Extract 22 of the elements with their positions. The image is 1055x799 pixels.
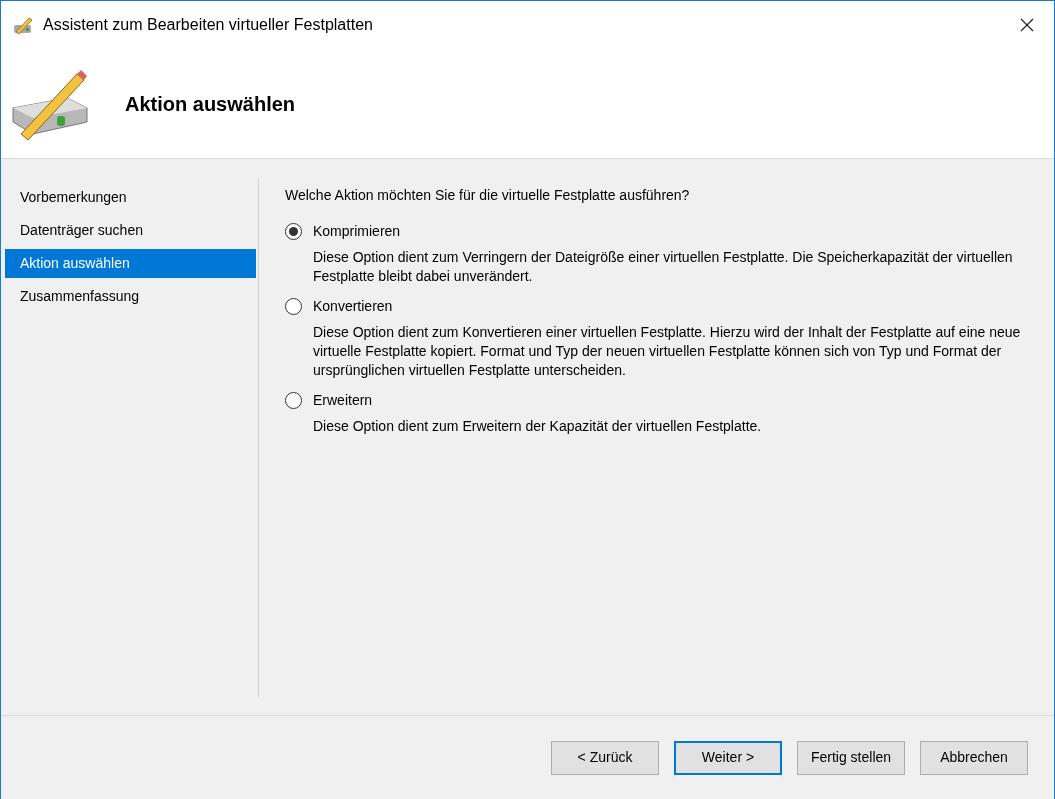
sidebar-item[interactable]: Vorbemerkungen	[5, 183, 256, 212]
wizard-button[interactable]: < Zurück	[551, 740, 659, 775]
radio-label[interactable]: Konvertieren	[313, 296, 393, 317]
radio-button[interactable]	[285, 392, 302, 409]
radio-label[interactable]: Komprimieren	[313, 221, 401, 242]
radio-button[interactable]	[285, 223, 302, 240]
wizard-button[interactable]: Weiter >	[674, 740, 782, 775]
radio-button[interactable]	[285, 298, 302, 315]
option-description: Diese Option dient zum Verringern der Dateigröße einer virtuellen Festplatte. Die Speicherkapazität der virtuellen Festplatte bleibt dabei unverändert.	[313, 248, 1014, 286]
option-description: Diese Option dient zum Erweitern der Kapazität der virtuellen Festplatte.	[313, 417, 763, 436]
page-heading: Aktion auswählen	[125, 91, 296, 117]
close-icon	[1020, 18, 1034, 32]
radio-label[interactable]: Erweitern	[313, 390, 373, 411]
sidebar-item[interactable]: Datenträger suchen	[5, 216, 256, 245]
sidebar-item[interactable]: Aktion auswählen	[5, 249, 256, 278]
wizard-button[interactable]: Abbrechen	[920, 740, 1028, 775]
sidebar-item[interactable]: Zusammenfassung	[5, 282, 256, 311]
wizard-button[interactable]: Fertig stellen	[797, 740, 905, 775]
option-description: Diese Option dient zum Konvertieren einer virtuellen Festplatte. Hierzu wird der Inhalt der Festplatte auf eine neue virtuelle Festplatte kopiert. Format und Typ der neuen virtuellen Festplatte können sich von Typ und Format der ursprünglichen virtuellen Festplatte unterscheiden.	[313, 323, 1022, 380]
pencil-drive-icon	[13, 15, 35, 35]
question-text: Welche Aktion möchten Sie für die virtuelle Festplatte ausführen?	[285, 186, 691, 205]
window-title: Assistent zum Bearbeiten virtueller Festplatten	[43, 15, 373, 35]
